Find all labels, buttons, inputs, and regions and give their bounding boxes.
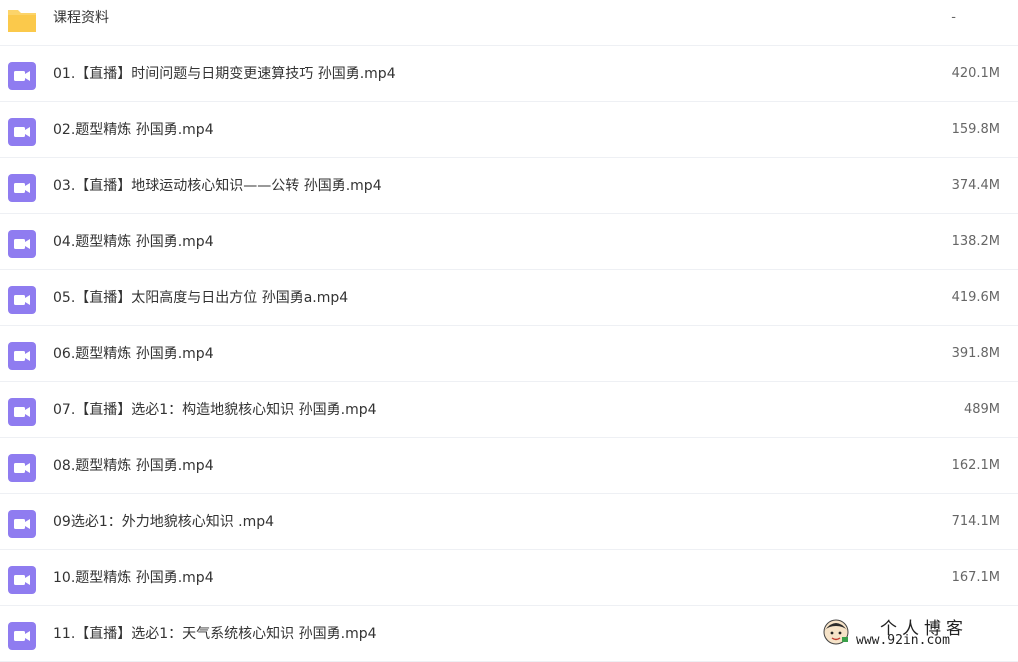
file-row-video[interactable]: 04.题型精炼 孙国勇.mp4 138.2M (0, 214, 1018, 270)
file-name: 03.【直播】地球运动核心知识——公转 孙国勇.mp4 (53, 178, 382, 194)
file-name: 07.【直播】选必1：构造地貌核心知识 孙国勇.mp4 (53, 402, 377, 418)
file-size: 420.1M (951, 66, 1000, 81)
file-row-video[interactable]: 02.题型精炼 孙国勇.mp4 159.8M (0, 102, 1018, 158)
file-row-folder[interactable]: 课程资料 - (0, 0, 1018, 46)
file-name: 11.【直播】选必1：天气系统核心知识 孙国勇.mp4 (53, 626, 377, 642)
file-size: 391.8M (951, 346, 1000, 361)
file-name: 04.题型精炼 孙国勇.mp4 (53, 234, 214, 250)
video-file-icon (8, 174, 36, 202)
file-name: 08.题型精炼 孙国勇.mp4 (53, 458, 214, 474)
file-row-video[interactable]: 09选必1：外力地貌核心知识 .mp4 714.1M (0, 494, 1018, 550)
file-size: 138.2M (951, 234, 1000, 249)
file-name: 02.题型精炼 孙国勇.mp4 (53, 122, 214, 138)
file-name: 09选必1：外力地貌核心知识 .mp4 (53, 514, 275, 530)
file-name: 06.题型精炼 孙国勇.mp4 (53, 346, 214, 362)
file-size: 489M (963, 402, 1000, 417)
video-file-icon (8, 286, 36, 314)
video-file-icon (8, 230, 36, 258)
file-name: 课程资料 (53, 10, 109, 26)
video-file-icon (8, 622, 36, 650)
video-file-icon (8, 342, 36, 370)
video-file-icon (8, 566, 36, 594)
file-row-video[interactable]: 03.【直播】地球运动核心知识——公转 孙国勇.mp4 374.4M (0, 158, 1018, 214)
file-size: 159.8M (951, 122, 1000, 137)
file-list: 课程资料 - 01.【直播】时间问题与日期变更速算技巧 孙国勇.mp4 420.… (0, 0, 1018, 662)
file-row-video[interactable]: 08.题型精炼 孙国勇.mp4 162.1M (0, 438, 1018, 494)
video-file-icon (8, 454, 36, 482)
video-file-icon (8, 62, 36, 90)
file-size: 162.1M (951, 458, 1000, 473)
file-size: 374.4M (951, 178, 1000, 193)
file-name: 10.题型精炼 孙国勇.mp4 (53, 570, 214, 586)
file-name: 01.【直播】时间问题与日期变更速算技巧 孙国勇.mp4 (53, 66, 396, 82)
cartoon-avatar-icon (823, 619, 849, 645)
blog-watermark: 个人博客 www.92in.com (822, 614, 1012, 650)
file-row-video[interactable]: 05.【直播】太阳高度与日出方位 孙国勇a.mp4 419.6M (0, 270, 1018, 326)
video-file-icon (8, 398, 36, 426)
file-row-video[interactable]: 01.【直播】时间问题与日期变更速算技巧 孙国勇.mp4 420.1M (0, 46, 1018, 102)
file-size: 714.1M (951, 514, 1000, 529)
file-row-video[interactable]: 06.题型精炼 孙国勇.mp4 391.8M (0, 326, 1018, 382)
watermark-url: www.92in.com (856, 633, 950, 648)
file-row-video[interactable]: 07.【直播】选必1：构造地貌核心知识 孙国勇.mp4 489M (0, 382, 1018, 438)
file-row-video[interactable]: 10.题型精炼 孙国勇.mp4 167.1M (0, 550, 1018, 606)
folder-icon (8, 10, 36, 32)
file-size: - (951, 10, 956, 25)
file-size: 167.1M (951, 570, 1000, 585)
file-size: 419.6M (951, 290, 1000, 305)
video-file-icon (8, 118, 36, 146)
video-file-icon (8, 510, 36, 538)
file-name: 05.【直播】太阳高度与日出方位 孙国勇a.mp4 (53, 290, 349, 306)
